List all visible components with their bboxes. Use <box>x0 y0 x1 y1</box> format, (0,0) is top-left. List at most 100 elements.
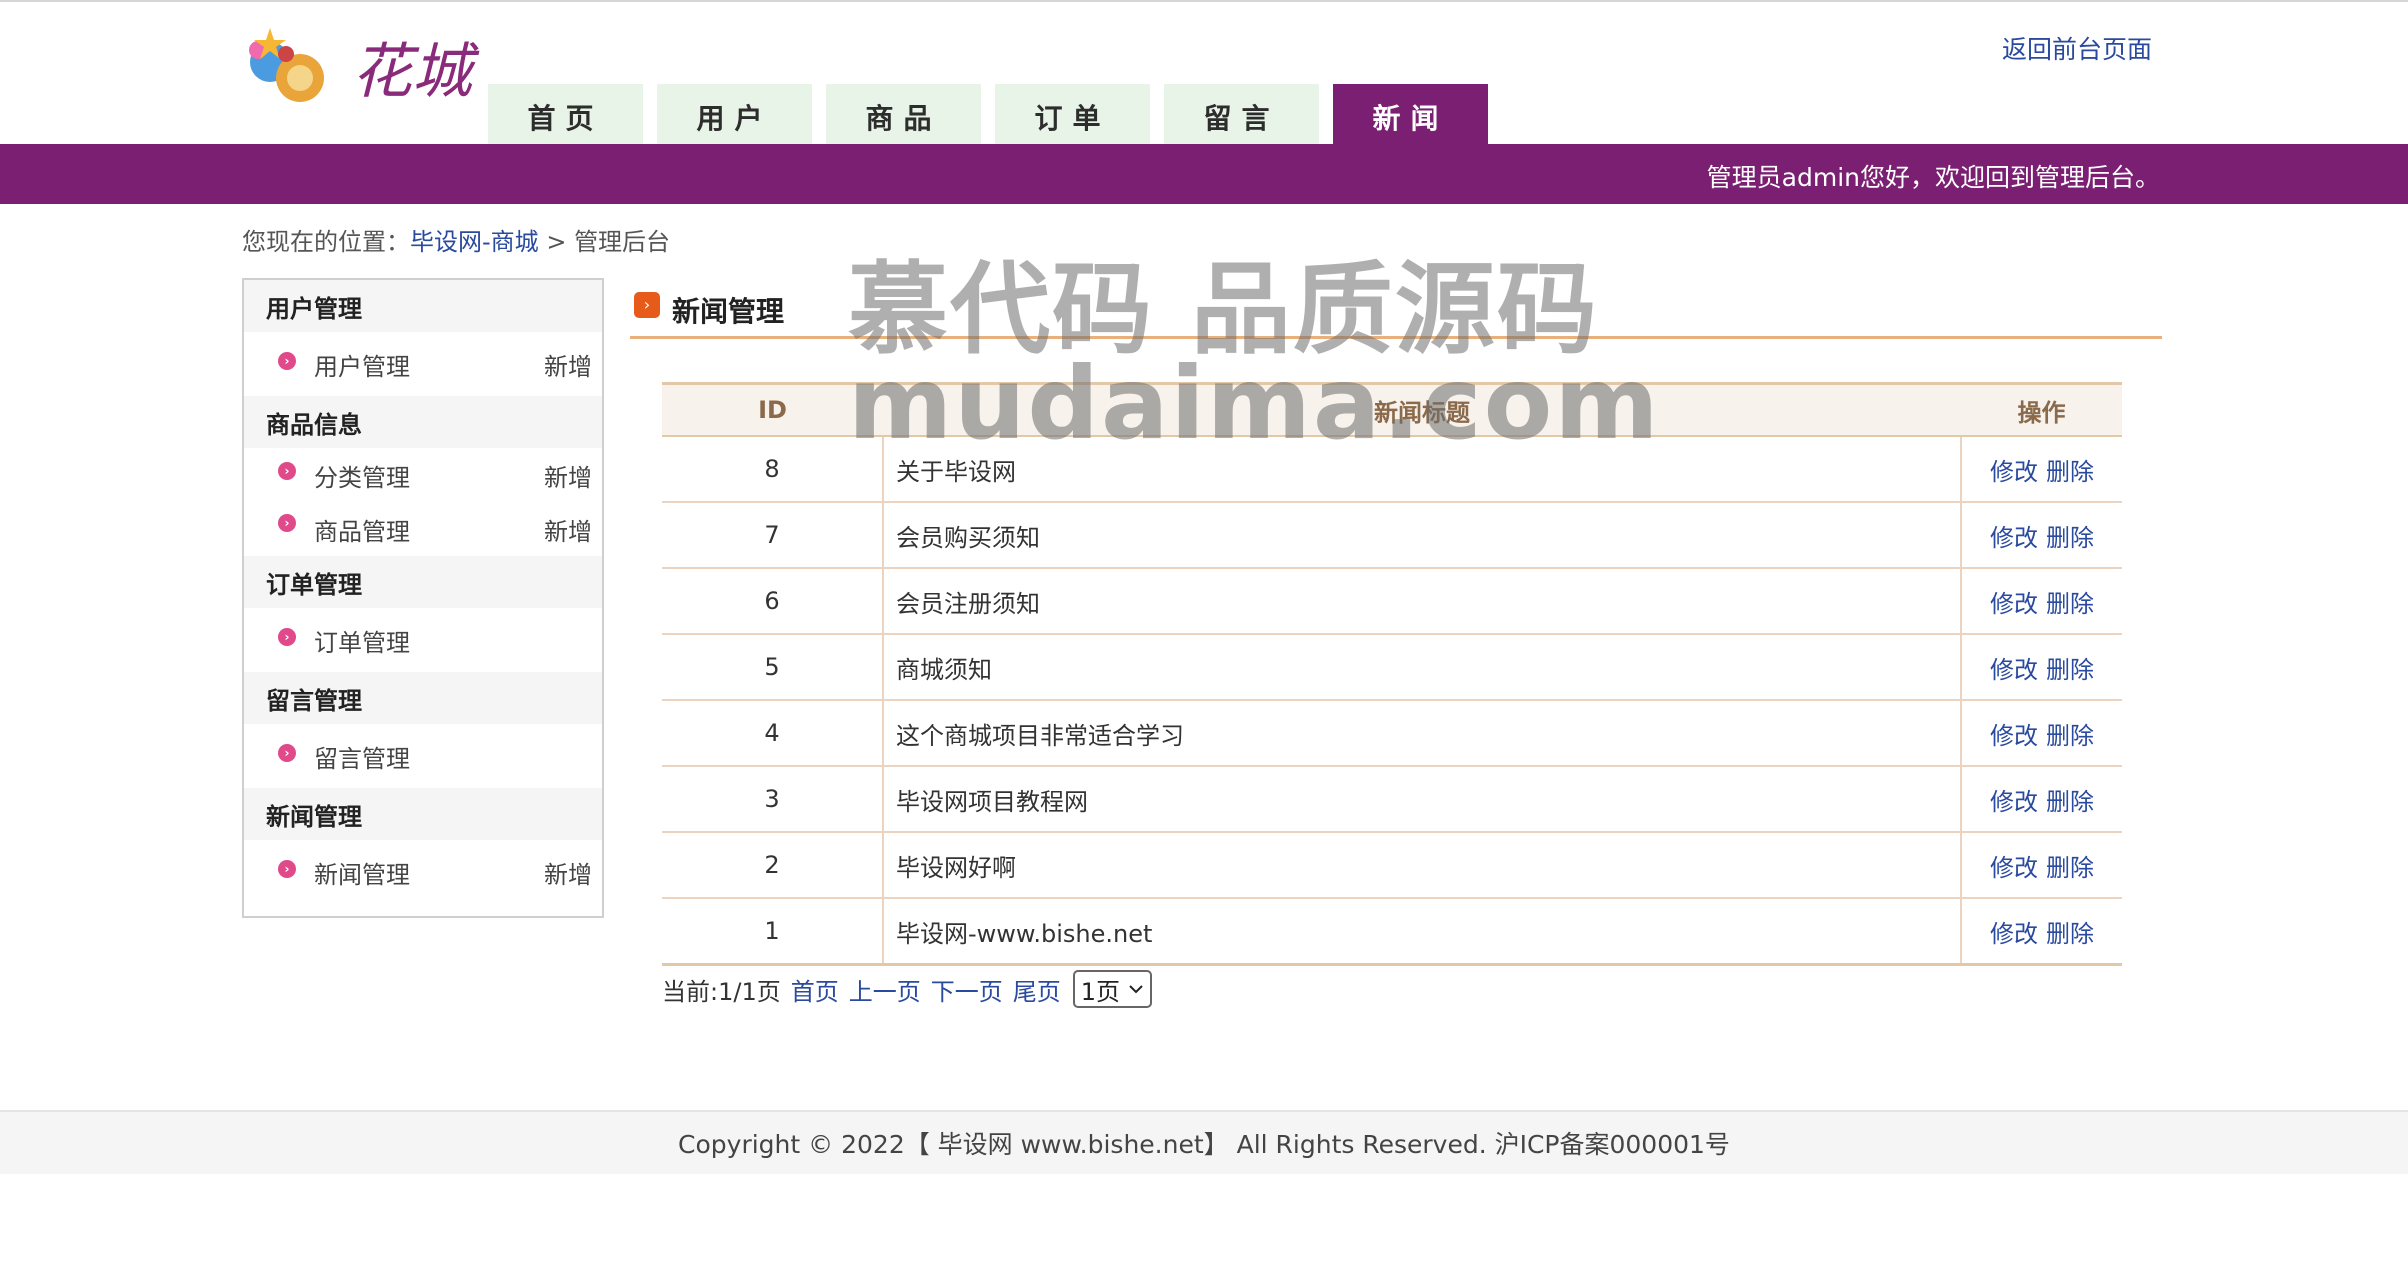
arrow-right-icon: › <box>634 292 660 318</box>
sidebar-add-news[interactable]: 新增 <box>544 855 592 890</box>
edit-link[interactable]: 修改 <box>1990 788 2038 816</box>
cell-id: 2 <box>662 832 883 899</box>
sidebar-item-message-manage: › 留言管理 <box>244 724 602 788</box>
arrow-bullet-icon: › <box>278 860 296 878</box>
delete-link[interactable]: 删除 <box>2046 458 2094 486</box>
sidebar-group-title: 订单管理 <box>244 556 602 608</box>
arrow-bullet-icon: › <box>278 628 296 646</box>
column-header-actions: 操作 <box>1961 382 2122 437</box>
cell-title: 这个商城项目非常适合学习 <box>882 700 1961 767</box>
sidebar-link-category-manage[interactable]: 分类管理 <box>314 458 410 493</box>
sidebar-item-news-manage: › 新闻管理 新增 <box>244 840 602 904</box>
tab-messages[interactable]: 留言 <box>1164 84 1319 144</box>
watermark-line2: mudaima.com <box>848 345 1661 462</box>
top-border <box>0 0 2408 2</box>
arrow-bullet-icon: › <box>278 462 296 480</box>
delete-link[interactable]: 删除 <box>2046 788 2094 816</box>
news-table: ID 新闻标题 操作 8 关于毕设网 修改 删除 7 会员购买须知 修改 删除 6 … <box>662 382 2122 966</box>
edit-link[interactable]: 修改 <box>1990 524 2038 552</box>
edit-link[interactable]: 修改 <box>1990 458 2038 486</box>
breadcrumb-link-shop[interactable]: 毕设网-商城 <box>410 228 539 256</box>
sidebar-item-order-manage: › 订单管理 <box>244 608 602 672</box>
cell-actions: 修改 删除 <box>1960 568 2122 635</box>
cell-id: 3 <box>662 766 883 833</box>
main-nav-tabs: 首页 用户 商品 订单 留言 新闻 <box>488 84 1488 144</box>
arrow-bullet-icon: › <box>278 744 296 762</box>
pagination: 当前:1/1页 首页 上一页 下一页 尾页 1页 <box>662 970 1152 1008</box>
edit-link[interactable]: 修改 <box>1990 590 2038 618</box>
cell-title: 毕设网项目教程网 <box>882 766 1961 833</box>
table-row: 3 毕设网项目教程网 修改 删除 <box>662 766 2122 833</box>
cell-actions: 修改 删除 <box>1960 436 2122 503</box>
site-logo[interactable]: 花城 <box>240 20 480 112</box>
cell-title: 商城须知 <box>882 634 1961 701</box>
pager-last-link[interactable]: 尾页 <box>1013 972 1061 1007</box>
table-row: 7 会员购买须知 修改 删除 <box>662 502 2122 569</box>
cell-id: 4 <box>662 700 883 767</box>
pager-first-link[interactable]: 首页 <box>791 972 839 1007</box>
sidebar-item-category-manage: › 分类管理 新增 <box>244 448 602 502</box>
sidebar-link-user-manage[interactable]: 用户管理 <box>314 347 410 382</box>
pager-prev-link[interactable]: 上一页 <box>849 972 921 1007</box>
sidebar-add-category[interactable]: 新增 <box>544 458 592 493</box>
cell-actions: 修改 删除 <box>1960 634 2122 701</box>
cell-title: 毕设网好啊 <box>882 832 1961 899</box>
arrow-bullet-icon: › <box>278 514 296 532</box>
delete-link[interactable]: 删除 <box>2046 920 2094 948</box>
edit-link[interactable]: 修改 <box>1990 656 2038 684</box>
sidebar-add-product[interactable]: 新增 <box>544 512 592 547</box>
cell-actions: 修改 删除 <box>1960 700 2122 767</box>
svg-text:花城: 花城 <box>352 37 480 107</box>
pager-next-link[interactable]: 下一页 <box>931 972 1003 1007</box>
page-title: 新闻管理 <box>672 295 785 328</box>
cell-actions: 修改 删除 <box>1960 898 2122 966</box>
cell-title: 会员注册须知 <box>882 568 1961 635</box>
breadcrumb-current: 管理后台 <box>574 228 671 256</box>
delete-link[interactable]: 删除 <box>2046 854 2094 882</box>
delete-link[interactable]: 删除 <box>2046 524 2094 552</box>
pager-status: 当前:1/1页 <box>662 977 781 1006</box>
cell-id: 7 <box>662 502 883 569</box>
sidebar-group-title: 新闻管理 <box>244 788 602 840</box>
edit-link[interactable]: 修改 <box>1990 722 2038 750</box>
breadcrumb-prefix: 您现在的位置： <box>242 228 410 256</box>
table-row: 5 商城须知 修改 删除 <box>662 634 2122 701</box>
cell-actions: 修改 删除 <box>1960 832 2122 899</box>
edit-link[interactable]: 修改 <box>1990 920 2038 948</box>
sidebar-add-user[interactable]: 新增 <box>544 347 592 382</box>
cell-id: 6 <box>662 568 883 635</box>
table-row: 6 会员注册须知 修改 删除 <box>662 568 2122 635</box>
breadcrumb: 您现在的位置：毕设网-商城 > 管理后台 <box>242 222 670 257</box>
cell-id: 5 <box>662 634 883 701</box>
welcome-message: 管理员admin您好，欢迎回到管理后台。 <box>1706 163 2160 192</box>
sidebar-group-title: 商品信息 <box>244 396 602 448</box>
delete-link[interactable]: 删除 <box>2046 722 2094 750</box>
sidebar-group-title: 用户管理 <box>244 280 602 332</box>
cell-actions: 修改 删除 <box>1960 502 2122 569</box>
sidebar-link-product-manage[interactable]: 商品管理 <box>314 512 410 547</box>
tab-orders[interactable]: 订单 <box>995 84 1150 144</box>
sidebar-item-user-manage: › 用户管理 新增 <box>244 332 602 396</box>
cell-title: 会员购买须知 <box>882 502 1961 569</box>
cell-actions: 修改 删除 <box>1960 766 2122 833</box>
footer: Copyright © 2022【 毕设网 www.bishe.net】 All… <box>0 1110 2408 1174</box>
tab-news[interactable]: 新闻 <box>1333 84 1488 144</box>
delete-link[interactable]: 删除 <box>2046 656 2094 684</box>
delete-link[interactable]: 删除 <box>2046 590 2094 618</box>
arrow-bullet-icon: › <box>278 352 296 370</box>
back-to-frontend-link[interactable]: 返回前台页面 <box>2002 30 2152 66</box>
sidebar-group-title: 留言管理 <box>244 672 602 724</box>
sidebar-link-news-manage[interactable]: 新闻管理 <box>314 855 410 890</box>
tab-users[interactable]: 用户 <box>657 84 812 144</box>
sidebar-link-message-manage[interactable]: 留言管理 <box>314 739 410 774</box>
footer-copyright: Copyright © 2022【 毕设网 www.bishe.net】 All… <box>678 1130 1730 1159</box>
sidebar: 用户管理 › 用户管理 新增 商品信息 › 分类管理 新增 › 商品管理 新增 … <box>242 278 604 918</box>
table-row: 1 毕设网-www.bishe.net 修改 删除 <box>662 898 2122 966</box>
page-select[interactable]: 1页 <box>1072 970 1152 1008</box>
table-row: 4 这个商城项目非常适合学习 修改 删除 <box>662 700 2122 767</box>
sidebar-link-order-manage[interactable]: 订单管理 <box>314 623 410 658</box>
tab-home[interactable]: 首页 <box>488 84 643 144</box>
breadcrumb-separator: > <box>546 228 567 256</box>
tab-products[interactable]: 商品 <box>826 84 981 144</box>
edit-link[interactable]: 修改 <box>1990 854 2038 882</box>
